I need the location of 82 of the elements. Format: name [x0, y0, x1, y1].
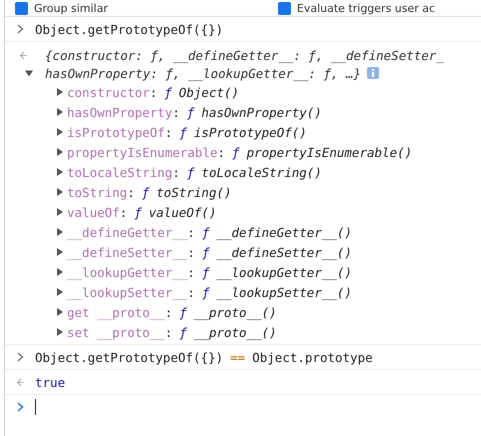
function-marker: ƒ	[142, 184, 150, 200]
colon: :	[172, 164, 180, 180]
code-operator: ==	[230, 350, 246, 364]
property-name[interactable]: toLocaleString	[67, 164, 172, 180]
property-name[interactable]: propertyIsEnumerable	[67, 144, 218, 160]
console-input-code: Object.getPrototypeOf({})	[35, 350, 224, 364]
property-name[interactable]: __lookupSetter__	[67, 284, 188, 300]
function-marker: ƒ	[134, 204, 142, 220]
property-name[interactable]: constructor	[67, 84, 150, 100]
colon: :	[120, 204, 128, 220]
function-signature: propertyIsEnumerable()	[246, 144, 412, 160]
expand-triangle-icon[interactable]	[56, 128, 64, 136]
colon: :	[187, 244, 195, 260]
expand-triangle-icon[interactable]	[56, 208, 64, 216]
console-input-code: Object.getPrototypeOf({})	[35, 22, 224, 36]
object-preview[interactable]: hasOwnProperty: ƒ, __lookupGetter__: ƒ, …}	[45, 66, 362, 80]
colon: :	[218, 144, 226, 160]
colon: :	[127, 184, 135, 200]
property-name[interactable]: toString	[67, 184, 128, 200]
result-arrow-icon	[16, 378, 24, 386]
result-value: true	[35, 374, 66, 390]
colon: :	[187, 264, 195, 280]
input-prompt-icon	[16, 24, 24, 34]
input-prompt-icon	[16, 352, 24, 362]
function-marker: ƒ	[202, 224, 210, 240]
property-name[interactable]: isPrototypeOf	[67, 124, 165, 140]
object-preview[interactable]: {constructor: ƒ, __defineGetter__: ƒ, __defineSetter_	[45, 48, 444, 62]
function-marker: ƒ	[179, 304, 187, 320]
function-marker: ƒ	[202, 284, 210, 300]
colon: :	[172, 104, 180, 120]
expand-triangle-icon[interactable]	[56, 148, 64, 156]
function-signature: valueOf()	[148, 204, 216, 220]
expand-triangle-icon[interactable]	[56, 308, 64, 316]
expand-triangle-icon[interactable]	[56, 188, 64, 196]
function-marker: ƒ	[186, 104, 194, 120]
expand-triangle-icon[interactable]	[56, 108, 64, 116]
prompt-icon	[16, 402, 24, 412]
expand-triangle-icon[interactable]	[56, 248, 64, 256]
property-name[interactable]: __defineGetter__	[67, 224, 188, 240]
property-name[interactable]: __defineSetter__	[67, 244, 188, 260]
property-name[interactable]: __lookupGetter__	[67, 264, 188, 280]
expand-triangle-icon[interactable]	[56, 268, 64, 276]
collapse-triangle-icon[interactable]	[25, 69, 33, 77]
function-signature: __lookupGetter__()	[216, 264, 352, 280]
property-name[interactable]: set __proto__	[67, 324, 165, 340]
colon: :	[164, 304, 172, 320]
function-signature: hasOwnProperty()	[201, 104, 322, 120]
function-marker: ƒ	[164, 84, 172, 100]
expand-triangle-icon[interactable]	[56, 228, 64, 236]
property-name[interactable]: get __proto__	[67, 304, 165, 320]
function-signature: __proto__()	[194, 304, 277, 320]
function-signature: Object()	[178, 84, 240, 100]
expand-triangle-icon[interactable]	[56, 168, 64, 176]
function-signature: __lookupSetter__()	[216, 284, 352, 300]
function-marker: ƒ	[179, 124, 187, 140]
setting-label: Group similar	[34, 2, 108, 14]
console-input-code: Object.prototype	[252, 350, 373, 364]
function-marker: ƒ	[232, 144, 240, 160]
colon: :	[164, 324, 172, 340]
checkbox[interactable]	[15, 2, 28, 14]
function-signature: toLocaleString()	[201, 164, 322, 180]
function-marker: ƒ	[202, 244, 210, 260]
expand-triangle-icon[interactable]	[56, 288, 64, 296]
property-name[interactable]: valueOf	[67, 204, 120, 220]
colon: :	[187, 284, 195, 300]
expand-triangle-icon[interactable]	[56, 88, 64, 96]
function-signature: __defineGetter__()	[216, 224, 352, 240]
function-signature: __proto__()	[194, 324, 277, 340]
setting-label: Evaluate triggers user ac	[296, 2, 436, 14]
colon: :	[164, 124, 172, 140]
function-signature: isPrototypeOf()	[194, 124, 307, 140]
checkbox[interactable]	[278, 2, 291, 14]
function-signature: __defineSetter__()	[216, 244, 352, 260]
colon: :	[150, 84, 158, 100]
property-name[interactable]: hasOwnProperty	[67, 104, 172, 120]
result-arrow-icon	[19, 50, 27, 60]
function-marker: ƒ	[202, 264, 210, 280]
function-signature: toString()	[156, 184, 232, 200]
function-marker: ƒ	[179, 324, 187, 340]
expand-triangle-icon[interactable]	[56, 328, 64, 336]
colon: :	[187, 224, 195, 240]
function-marker: ƒ	[186, 164, 194, 180]
